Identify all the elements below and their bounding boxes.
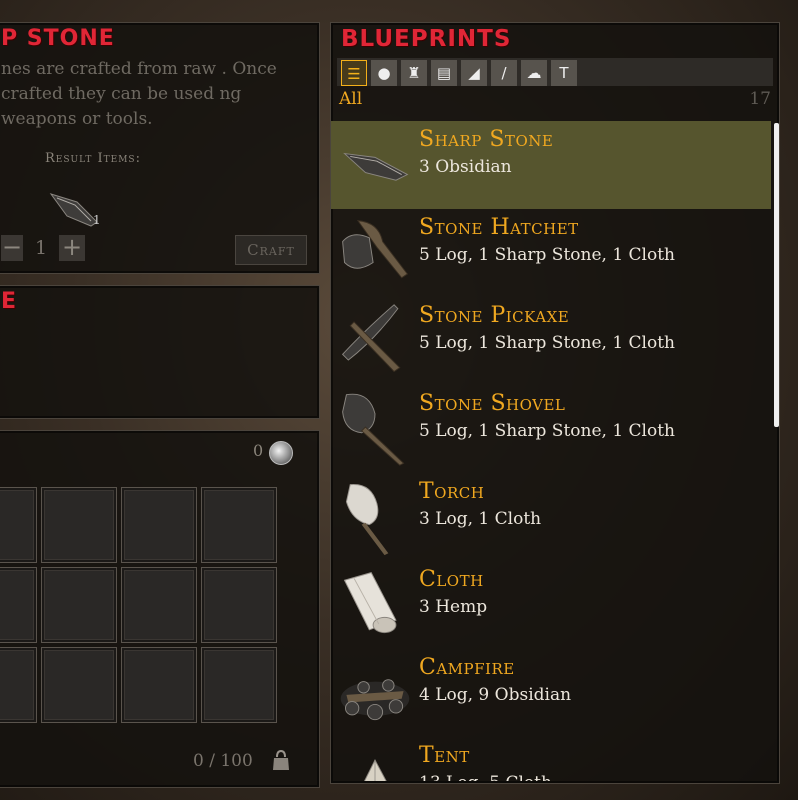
blueprint-name: Tent [419, 743, 470, 768]
inventory-slot[interactable] [41, 567, 117, 643]
inventory-slot[interactable] [201, 567, 277, 643]
craft-detail-panel: P STONE nes are crafted from raw . Once … [0, 22, 320, 274]
blueprint-recipe: 13 Log, 5 Cloth [419, 773, 552, 781]
quantity-minus-button[interactable]: − [1, 235, 23, 261]
result-items-label: Result Items: [45, 151, 141, 166]
inventory-slot[interactable] [201, 647, 277, 723]
cloth-icon [343, 572, 397, 634]
result-count: 1 [93, 213, 101, 227]
secondary-panel: E [0, 285, 320, 419]
detail-title: P STONE [1, 26, 115, 51]
inventory-panel: 0 0 / 100 [0, 430, 320, 788]
tent-icon [363, 759, 387, 781]
inventory-slot[interactable] [41, 647, 117, 723]
weight-icon [273, 749, 289, 770]
blueprint-row-stone-shovel[interactable]: Stone Shovel 5 Log, 1 Sharp Stone, 1 Clot… [331, 385, 771, 473]
sword-icon[interactable]: / [491, 60, 517, 86]
stone-hatchet-icon [342, 220, 409, 279]
blueprint-name: Campfire [419, 655, 515, 680]
bottle-icon[interactable]: ◢ [461, 60, 487, 86]
craft-button[interactable]: Craft [235, 235, 307, 265]
filter-name: All [339, 89, 363, 109]
category-filter-bar: ☰ ● ♜ ▤ ◢ / ☁ T [337, 58, 773, 86]
coin-icon [269, 441, 293, 465]
torch-icon [345, 484, 389, 556]
blueprint-count: 17 [749, 89, 771, 109]
blueprint-name: Torch [419, 479, 485, 504]
blueprint-row-tent[interactable]: Tent 13 Log, 5 Cloth [331, 737, 771, 781]
blueprint-name: Stone Hatchet [419, 215, 579, 240]
inventory-slot[interactable] [0, 567, 37, 643]
inventory-slot[interactable] [0, 487, 37, 563]
blueprint-recipe: 5 Log, 1 Sharp Stone, 1 Cloth [419, 333, 676, 353]
blueprints-title: BLUEPRINTS [341, 26, 512, 52]
inventory-slot[interactable] [41, 487, 117, 563]
inventory-slot[interactable] [121, 567, 197, 643]
scroll-icon[interactable]: ▤ [431, 60, 457, 86]
currency-amount: 0 [253, 441, 264, 460]
blueprint-row-cloth[interactable]: Cloth 3 Hemp [331, 561, 771, 649]
blueprint-name: Sharp Stone [419, 127, 554, 152]
inventory-slot[interactable] [121, 487, 197, 563]
blueprint-row-sharp-stone[interactable]: Sharp Stone 3 Obsidian [331, 121, 771, 209]
hammer-icon[interactable]: T [551, 60, 577, 86]
stone-pickaxe-icon [341, 304, 401, 373]
scrollbar[interactable] [774, 123, 779, 427]
blueprint-list: Sharp Stone 3 Obsidian Stone Hatchet 5 Log,… [331, 121, 771, 781]
blueprint-recipe: 4 Log, 9 Obsidian [419, 685, 572, 705]
blueprint-name: Stone Pickaxe [419, 303, 570, 328]
detail-description: nes are crafted from raw . Once crafted … [1, 59, 277, 129]
blueprints-panel: BLUEPRINTS ☰ ● ♜ ▤ ◢ / ☁ T All 17 Sharp Stone 3 … [330, 22, 780, 784]
sharp-stone-icon [343, 152, 409, 181]
blueprint-recipe: 3 Log, 1 Cloth [419, 509, 542, 529]
inventory-slot[interactable] [121, 647, 197, 723]
blueprint-recipe: 3 Obsidian [419, 157, 512, 177]
quantity-plus-button[interactable]: + [59, 235, 85, 261]
bag-icon[interactable]: ● [371, 60, 397, 86]
blueprint-row-stone-pickaxe[interactable]: Stone Pickaxe 5 Log, 1 Sharp Stone, 1 Clo… [331, 297, 771, 385]
blueprint-name: Cloth [419, 567, 484, 592]
blueprint-row-campfire[interactable]: Campfire 4 Log, 9 Obsidian [331, 649, 771, 737]
blueprint-name: Stone Shovel [419, 391, 566, 416]
blueprint-recipe: 5 Log, 1 Sharp Stone, 1 Cloth [419, 245, 676, 265]
inventory-slot[interactable] [201, 487, 277, 563]
stone-shovel-icon [342, 393, 405, 466]
clothing-icon[interactable]: ♜ [401, 60, 427, 86]
campfire-icon [340, 679, 410, 721]
inventory-slot[interactable] [0, 647, 37, 723]
blueprint-recipe: 5 Log, 1 Sharp Stone, 1 Cloth [419, 421, 676, 441]
blueprint-recipe: 3 Hemp [419, 597, 488, 617]
weight-value: 0 / 100 [193, 751, 253, 771]
blueprint-row-stone-hatchet[interactable]: Stone Hatchet 5 Log, 1 Sharp Stone, 1 Clo… [331, 209, 771, 297]
cloud-icon[interactable]: ☁ [521, 60, 547, 86]
blueprint-row-torch[interactable]: Torch 3 Log, 1 Cloth [331, 473, 771, 561]
all-grid-icon[interactable]: ☰ [341, 60, 367, 86]
quantity-value: 1 [35, 237, 48, 259]
secondary-panel-title: E [1, 289, 18, 314]
